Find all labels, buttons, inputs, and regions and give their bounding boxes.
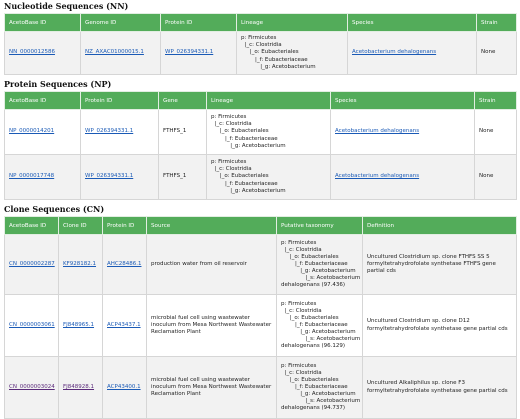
nn-col-genome-id[interactable]: Genome ID — [80, 13, 161, 32]
species-link[interactable]: Acetobacterium dehalogenans — [335, 128, 419, 134]
source-cell: microbial fuel cell using wastewater ino… — [146, 294, 277, 357]
strain-cell: None — [476, 31, 517, 75]
cn-col-acetobase-id[interactable]: AcetoBase ID — [4, 216, 59, 235]
cn-table: AcetoBase ID Clone ID Protein ID Source … — [4, 216, 517, 419]
cn-col-clone-id[interactable]: Clone ID — [58, 216, 103, 235]
definition-cell: Uncultured Clostridium sp. clone FTHFS S… — [362, 234, 517, 295]
np-col-lineage[interactable]: Lineage — [206, 91, 331, 110]
nn-table: AcetoBase ID Genome ID Protein ID Lineag… — [4, 13, 517, 75]
np-col-protein-id[interactable]: Protein ID — [80, 91, 159, 110]
table-row: NP_0000017748 WP_026394331.1 FTHFS_1 p: … — [4, 154, 517, 200]
cn-col-source[interactable]: Source — [146, 216, 277, 235]
clone-id-link[interactable]: KF928182.1 — [63, 261, 96, 267]
np-section-title: Protein Sequences (NP) — [4, 79, 112, 89]
np-col-acetobase-id[interactable]: AcetoBase ID — [4, 91, 81, 110]
nn-header-row: AcetoBase ID Genome ID Protein ID Lineag… — [4, 13, 517, 32]
nn-col-acetobase-id[interactable]: AcetoBase ID — [4, 13, 81, 32]
protein-id-link[interactable]: WP_026394331.1 — [85, 173, 133, 179]
protein-id-link[interactable]: WP_026394331.1 — [165, 49, 213, 55]
protein-id-link[interactable]: ACP43437.1 — [107, 322, 141, 328]
gene-cell: FTHFS_1 — [158, 109, 207, 155]
acetobase-id-link[interactable]: CN_0000003024 — [9, 384, 55, 390]
cn-col-definition[interactable]: Definition — [362, 216, 517, 235]
acetobase-id-link[interactable]: NN_0000012586 — [9, 49, 55, 55]
cn-col-protein-id[interactable]: Protein ID — [102, 216, 147, 235]
protein-id-link[interactable]: ACP43400.1 — [107, 384, 141, 390]
strain-cell: None — [474, 154, 517, 200]
np-header-row: AcetoBase ID Protein ID Gene Lineage Spe… — [4, 91, 517, 110]
strain-cell: None — [474, 109, 517, 155]
table-row: NN_0000012586 NZ_AXAC01000015.1 WP_02639… — [4, 31, 517, 75]
species-link[interactable]: Acetobacterium dehalogenans — [352, 49, 436, 55]
taxonomy-text: p: Firmicutes |_c: Clostridia |_o: Eubac… — [281, 362, 361, 412]
cn-section-title: Clone Sequences (CN) — [4, 204, 105, 214]
np-table: AcetoBase ID Protein ID Gene Lineage Spe… — [4, 91, 517, 200]
np-col-species[interactable]: Species — [330, 91, 475, 110]
protein-id-link[interactable]: AHC28486.1 — [107, 261, 141, 267]
nn-col-lineage[interactable]: Lineage — [236, 13, 348, 32]
nn-col-strain[interactable]: Strain — [476, 13, 517, 32]
nn-col-protein-id[interactable]: Protein ID — [160, 13, 237, 32]
protein-id-link[interactable]: WP_026394331.1 — [85, 128, 133, 134]
clone-id-link[interactable]: FJ848928.1 — [63, 384, 94, 390]
species-link[interactable]: Acetobacterium dehalogenans — [335, 173, 419, 179]
acetobase-id-link[interactable]: NP_0000017748 — [9, 173, 54, 179]
source-cell: production water from oil reservoir — [146, 234, 277, 295]
gene-cell: FTHFS_1 — [158, 154, 207, 200]
genome-id-link[interactable]: NZ_AXAC01000015.1 — [85, 49, 144, 55]
nn-col-species[interactable]: Species — [347, 13, 477, 32]
definition-cell: Uncultured Clostridium sp. clone D12 for… — [362, 294, 517, 357]
table-row: CN_0000003061 FJ848965.1 ACP43437.1 micr… — [4, 294, 517, 357]
acetobase-id-link[interactable]: CN_0000002287 — [9, 261, 55, 267]
acetobase-id-link[interactable]: NP_0000014201 — [9, 128, 54, 134]
np-col-gene[interactable]: Gene — [158, 91, 207, 110]
definition-cell: Uncultured Alkaliphilus sp. clone F3 for… — [362, 356, 517, 419]
np-col-strain[interactable]: Strain — [474, 91, 517, 110]
nn-section-title: Nucleotide Sequences (NN) — [4, 1, 129, 11]
lineage-text: p: Firmicutes |_c: Clostridia |_o: Eubac… — [211, 114, 286, 149]
taxonomy-text: p: Firmicutes |_c: Clostridia |_o: Eubac… — [281, 239, 361, 289]
acetobase-id-link[interactable]: CN_0000003061 — [9, 322, 55, 328]
taxonomy-text: p: Firmicutes |_c: Clostridia |_o: Eubac… — [281, 300, 361, 350]
clone-id-link[interactable]: FJ848965.1 — [63, 322, 94, 328]
cn-header-row: AcetoBase ID Clone ID Protein ID Source … — [4, 216, 517, 235]
lineage-text: p: Firmicutes |_c: Clostridia |_o: Eubac… — [211, 159, 286, 194]
table-row: CN_0000002287 KF928182.1 AHC28486.1 prod… — [4, 234, 517, 295]
cn-col-putative-taxonomy[interactable]: Putative taxonomy — [276, 216, 363, 235]
table-row: CN_0000003024 FJ848928.1 ACP43400.1 micr… — [4, 356, 517, 419]
lineage-text: p: Firmicutes |_c: Clostridia |_o: Eubac… — [241, 35, 316, 70]
table-row: NP_0000014201 WP_026394331.1 FTHFS_1 p: … — [4, 109, 517, 155]
source-cell: microbial fuel cell using wastewater ino… — [146, 356, 277, 419]
